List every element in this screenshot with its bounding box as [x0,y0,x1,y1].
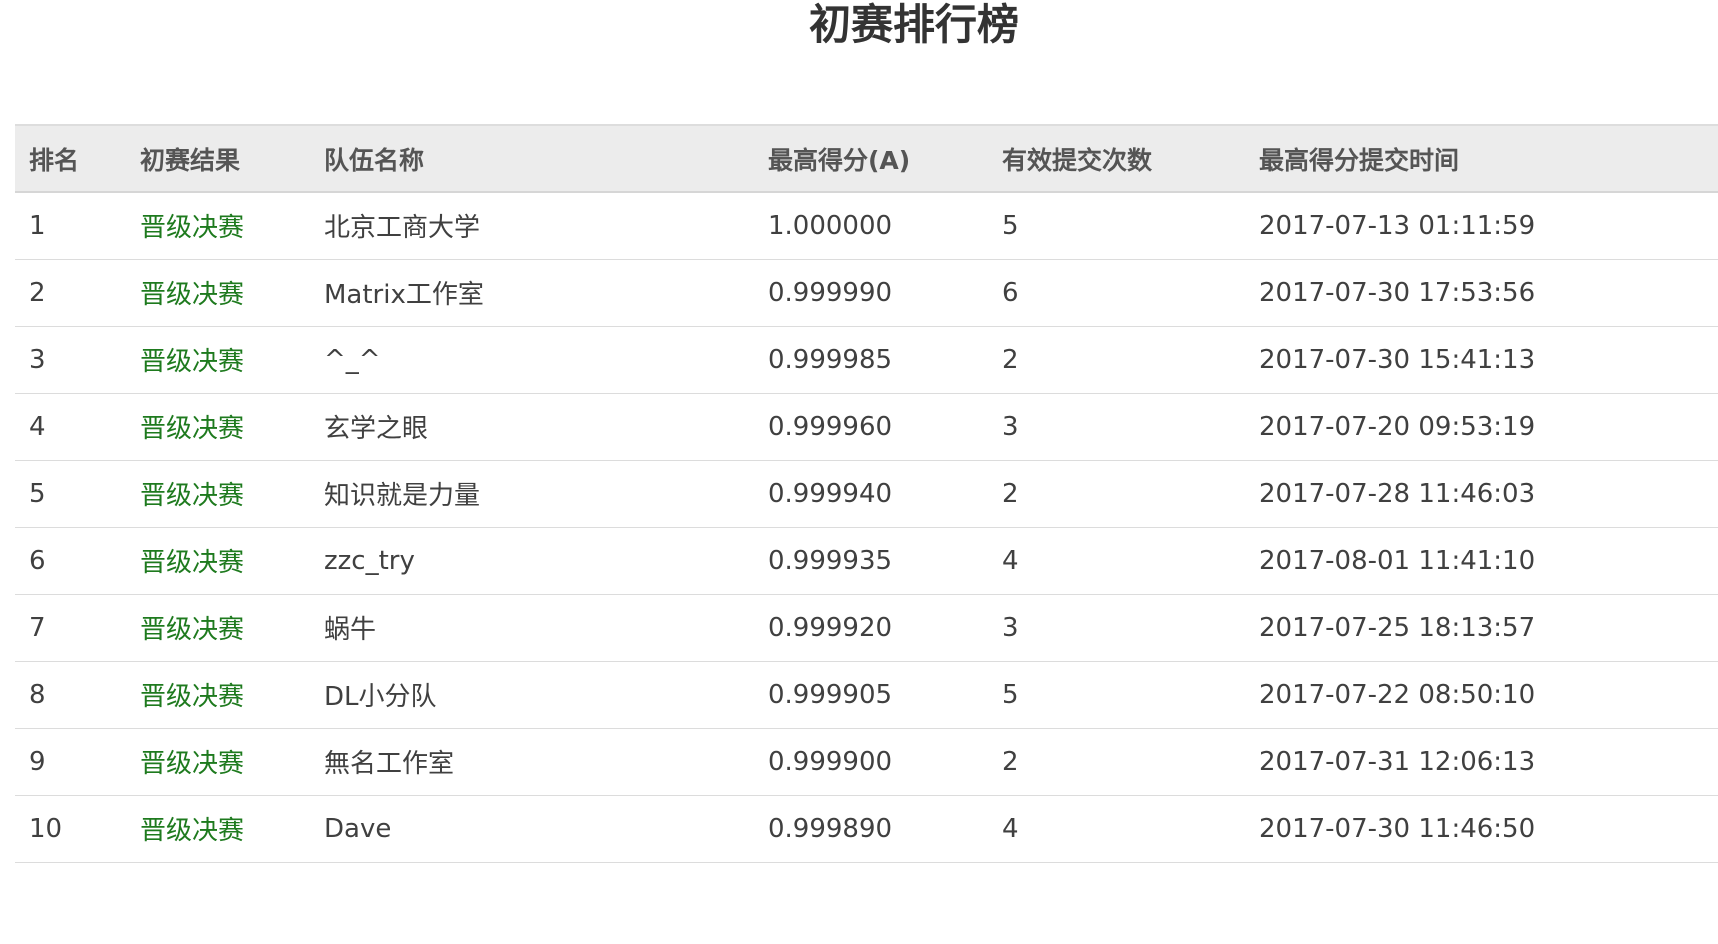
cell-best-score-time: 2017-07-22 08:50:10 [1245,661,1718,729]
cell-result: 晋级决赛 [126,795,310,863]
cell-best-score-time: 2017-08-01 11:41:10 [1245,527,1718,595]
cell-result: 晋级决赛 [126,460,310,528]
table-body: 1 晋级决赛 北京工商大学 1.000000 5 2017-07-13 01:11:59 2… [15,192,1718,863]
cell-valid-submissions: 2 [988,326,1245,394]
table-row: 3 晋级决赛 ^_^ 0.999985 2 2017-07-30 15:41:13 [15,326,1718,394]
header-best-score-time: 最高得分提交时间 [1245,124,1718,193]
cell-valid-submissions: 5 [988,192,1245,260]
header-row: 排名 初赛结果 队伍名称 最高得分(A) 有效提交次数 最高得分提交时间 [15,124,1718,193]
cell-team-name: 無名工作室 [310,728,754,796]
cell-best-score: 0.999890 [754,795,988,863]
table-header: 排名 初赛结果 队伍名称 最高得分(A) 有效提交次数 最高得分提交时间 [15,124,1718,193]
cell-result: 晋级决赛 [126,192,310,260]
cell-result: 晋级决赛 [126,393,310,461]
cell-result: 晋级决赛 [126,661,310,729]
cell-best-score: 1.000000 [754,192,988,260]
cell-best-score: 0.999900 [754,728,988,796]
cell-best-score: 0.999960 [754,393,988,461]
page-title: 初赛排行榜 [808,0,1019,49]
cell-best-score: 0.999940 [754,460,988,528]
cell-rank: 5 [15,460,126,528]
cell-team-name: 蜗牛 [310,594,754,662]
cell-result: 晋级决赛 [126,259,310,327]
cell-best-score: 0.999985 [754,326,988,394]
cell-result: 晋级决赛 [126,527,310,595]
cell-team-name: zzc_try [310,527,754,595]
header-team-name: 队伍名称 [310,124,754,193]
cell-result: 晋级决赛 [126,594,310,662]
cell-best-score-time: 2017-07-30 11:46:50 [1245,795,1718,863]
table-row: 8 晋级决赛 DL小分队 0.999905 5 2017-07-22 08:50:10 [15,661,1718,729]
cell-rank: 1 [15,192,126,260]
header-result: 初赛结果 [126,124,310,193]
cell-best-score-time: 2017-07-30 15:41:13 [1245,326,1718,394]
ranking-table-container: 排名 初赛结果 队伍名称 最高得分(A) 有效提交次数 最高得分提交时间 1 晋级… [15,124,1718,944]
cell-valid-submissions: 3 [988,393,1245,461]
cell-team-name: 玄学之眼 [310,393,754,461]
cell-best-score: 0.999905 [754,661,988,729]
cell-team-name: 北京工商大学 [310,192,754,260]
cell-valid-submissions: 3 [988,594,1245,662]
cell-rank: 6 [15,527,126,595]
cell-best-score-time: 2017-07-31 12:06:13 [1245,728,1718,796]
table-row: 7 晋级决赛 蜗牛 0.999920 3 2017-07-25 18:13:57 [15,594,1718,662]
table-row: 9 晋级决赛 無名工作室 0.999900 2 2017-07-31 12:06:13 [15,728,1718,796]
cell-rank: 2 [15,259,126,327]
cell-team-name: DL小分队 [310,661,754,729]
header-rank: 排名 [15,124,126,193]
table-row: 6 晋级决赛 zzc_try 0.999935 4 2017-08-01 11:41:10 [15,527,1718,595]
cell-best-score-time: 2017-07-28 11:46:03 [1245,460,1718,528]
cell-result: 晋级决赛 [126,728,310,796]
table-row: 4 晋级决赛 玄学之眼 0.999960 3 2017-07-20 09:53:19 [15,393,1718,461]
table-row: 5 晋级决赛 知识就是力量 0.999940 2 2017-07-28 11:46:03 [15,460,1718,528]
cell-best-score-time: 2017-07-13 01:11:59 [1245,192,1718,260]
table-row: 2 晋级决赛 Matrix工作室 0.999990 6 2017-07-30 17:53:… [15,259,1718,327]
ranking-table: 排名 初赛结果 队伍名称 最高得分(A) 有效提交次数 最高得分提交时间 1 晋级… [15,124,1718,863]
cell-best-score: 0.999990 [754,259,988,327]
cell-best-score-time: 2017-07-25 18:13:57 [1245,594,1718,662]
cell-valid-submissions: 2 [988,728,1245,796]
cell-team-name: ^_^ [310,326,754,394]
cell-rank: 9 [15,728,126,796]
cell-valid-submissions: 4 [988,527,1245,595]
cell-rank: 7 [15,594,126,662]
cell-team-name: Matrix工作室 [310,259,754,327]
header-best-score: 最高得分(A) [754,124,988,193]
cell-result: 晋级决赛 [126,326,310,394]
table-row: 1 晋级决赛 北京工商大学 1.000000 5 2017-07-13 01:11:59 [15,192,1718,260]
cell-rank: 10 [15,795,126,863]
cell-team-name: 知识就是力量 [310,460,754,528]
cell-best-score: 0.999935 [754,527,988,595]
cell-rank: 4 [15,393,126,461]
cell-valid-submissions: 6 [988,259,1245,327]
cell-valid-submissions: 5 [988,661,1245,729]
cell-team-name: Dave [310,795,754,863]
header-valid-submissions: 有效提交次数 [988,124,1245,193]
table-row: 10 晋级决赛 Dave 0.999890 4 2017-07-30 11:46:50 [15,795,1718,863]
cell-valid-submissions: 2 [988,460,1245,528]
cell-rank: 3 [15,326,126,394]
cell-rank: 8 [15,661,126,729]
cell-best-score-time: 2017-07-30 17:53:56 [1245,259,1718,327]
cell-valid-submissions: 4 [988,795,1245,863]
cell-best-score-time: 2017-07-20 09:53:19 [1245,393,1718,461]
cell-best-score: 0.999920 [754,594,988,662]
